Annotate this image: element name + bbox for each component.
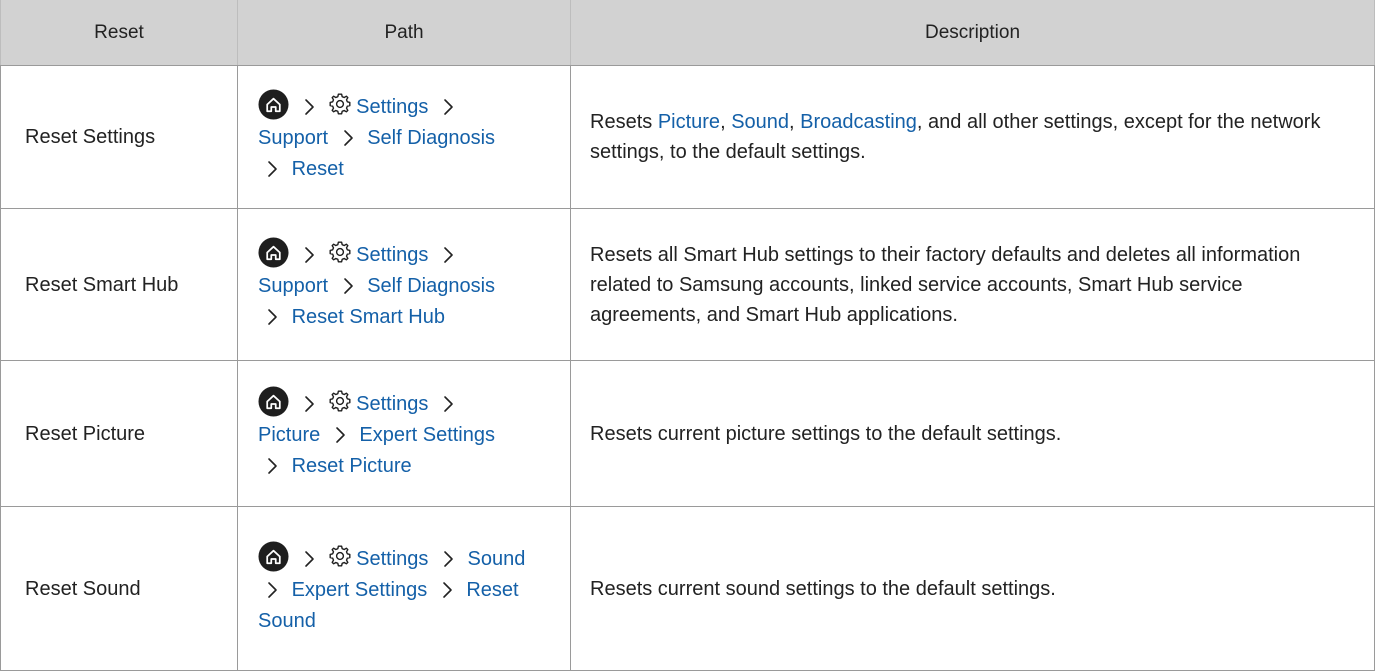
home-icon xyxy=(258,237,289,268)
chevron-right-icon xyxy=(258,155,286,185)
gear-icon xyxy=(328,240,352,264)
description-cell: Resets Picture, Sound, Broadcasting, and… xyxy=(570,65,1375,209)
path-link-settings[interactable]: Settings xyxy=(356,393,428,415)
link-picture[interactable]: Picture xyxy=(658,111,720,133)
path-link-settings[interactable]: Settings xyxy=(356,244,428,266)
table-row: Reset Picture Settings Picture Expert Se… xyxy=(0,360,1375,507)
reset-name-cell: Reset Settings xyxy=(0,65,238,209)
menu-path-cell: Settings Support Self Diagnosis Reset xyxy=(237,65,571,209)
description-cell: Resets current picture settings to the d… xyxy=(570,360,1375,507)
description-cell: Resets current sound settings to the def… xyxy=(570,506,1375,671)
menu-path-cell: Settings Picture Expert Settings Reset P… xyxy=(237,360,571,507)
chevron-right-icon xyxy=(295,93,323,123)
gear-icon xyxy=(328,92,352,116)
home-icon xyxy=(258,89,289,120)
path-link-support[interactable]: Support xyxy=(258,275,328,297)
gear-icon xyxy=(328,389,352,413)
path-link-self-diagnosis[interactable]: Self Diagnosis xyxy=(367,127,495,149)
column-header-path: Path xyxy=(237,0,571,66)
path-link-reset-picture[interactable]: Reset Picture xyxy=(292,455,412,477)
chevron-right-icon xyxy=(295,390,323,420)
reset-name-cell: Reset Sound xyxy=(0,506,238,671)
table-row: Reset Settings Settings Support Self Dia… xyxy=(0,65,1375,209)
chevron-right-icon xyxy=(334,272,362,302)
chevron-right-icon xyxy=(258,303,286,333)
chevron-right-icon xyxy=(295,241,323,271)
description-cell: Resets all Smart Hub settings to their f… xyxy=(570,208,1375,361)
chevron-right-icon xyxy=(326,421,354,451)
chevron-right-icon xyxy=(334,124,362,154)
path-link-settings[interactable]: Settings xyxy=(356,548,428,570)
path-link-support[interactable]: Support xyxy=(258,127,328,149)
link-sound[interactable]: Sound xyxy=(731,111,789,133)
path-link-sound[interactable]: Sound xyxy=(468,548,526,570)
table-row: Reset Sound Settings Sound Expert Settin… xyxy=(0,506,1375,671)
chevron-right-icon xyxy=(434,241,462,271)
chevron-right-icon xyxy=(295,545,323,575)
chevron-right-icon xyxy=(434,390,462,420)
table-header-row: Reset Path Description xyxy=(0,0,1375,66)
chevron-right-icon xyxy=(434,545,462,575)
menu-path-cell: Settings Support Self Diagnosis Reset Sm… xyxy=(237,208,571,361)
menu-path-cell: Settings Sound Expert Settings Reset Soun… xyxy=(237,506,571,671)
path-link-reset-smart-hub[interactable]: Reset Smart Hub xyxy=(292,306,445,328)
path-link-self-diagnosis[interactable]: Self Diagnosis xyxy=(367,275,495,297)
path-link-picture[interactable]: Picture xyxy=(258,424,320,446)
column-header-description: Description xyxy=(570,0,1375,66)
column-header-reset: Reset xyxy=(0,0,238,66)
home-icon xyxy=(258,386,289,417)
link-broadcasting[interactable]: Broadcasting xyxy=(800,111,917,133)
path-link-expert-settings[interactable]: Expert Settings xyxy=(292,579,428,601)
chevron-right-icon xyxy=(433,576,461,606)
path-link-reset[interactable]: Reset xyxy=(292,158,344,180)
chevron-right-icon xyxy=(434,93,462,123)
path-link-expert-settings[interactable]: Expert Settings xyxy=(359,424,495,446)
reset-name-cell: Reset Smart Hub xyxy=(0,208,238,361)
home-icon xyxy=(258,541,289,572)
reset-options-table: Reset Path Description Reset Settings Se… xyxy=(0,0,1375,671)
chevron-right-icon xyxy=(258,452,286,482)
gear-icon xyxy=(328,544,352,568)
reset-name-cell: Reset Picture xyxy=(0,360,238,507)
table-row: Reset Smart Hub Settings Support Self Di… xyxy=(0,208,1375,361)
path-link-settings[interactable]: Settings xyxy=(356,96,428,118)
chevron-right-icon xyxy=(258,576,286,606)
